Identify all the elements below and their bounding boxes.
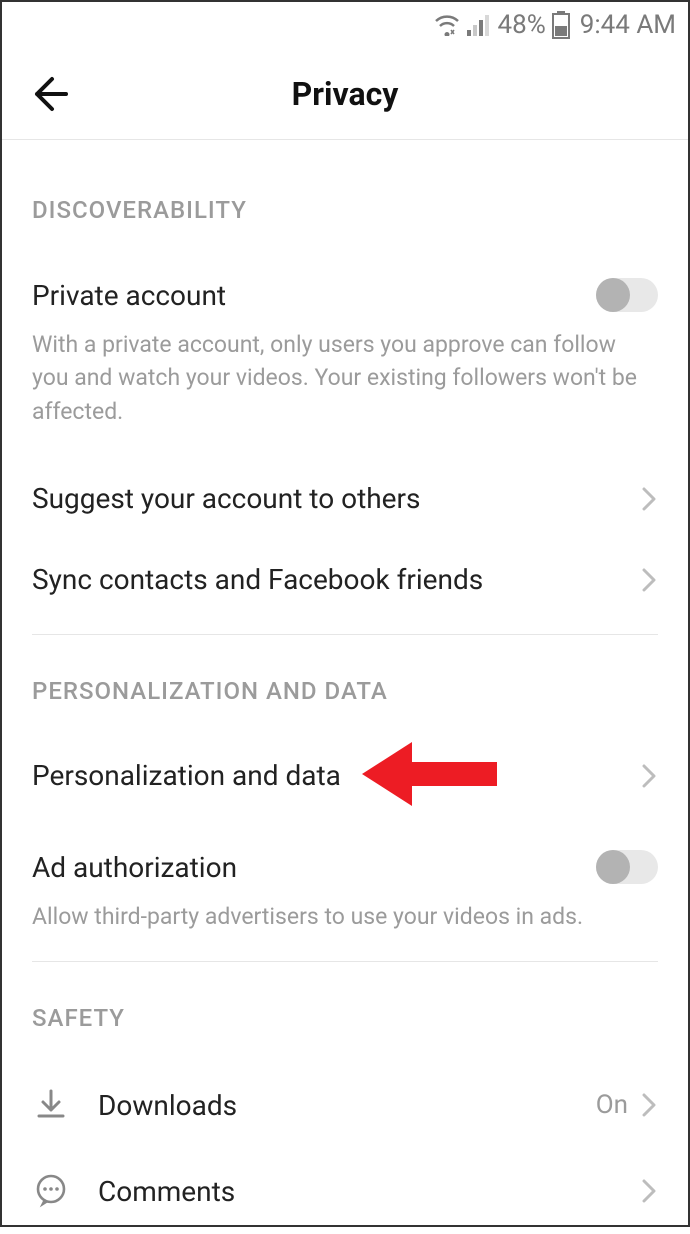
battery-percent: 48% (497, 10, 545, 40)
page-header: Privacy (2, 48, 688, 140)
chevron-right-icon (640, 1176, 658, 1206)
divider (32, 961, 658, 962)
chevron-right-icon (640, 565, 658, 595)
section-safety-title: SAFETY (32, 1004, 658, 1032)
downloads-row[interactable]: Downloads On (32, 1062, 658, 1148)
wifi-icon (433, 14, 461, 36)
chevron-right-icon (640, 1090, 658, 1120)
comments-icon (32, 1172, 70, 1210)
private-account-desc: With a private account, only users you a… (32, 328, 658, 428)
page-title: Privacy (2, 75, 688, 113)
section-personalization-title: PERSONALIZATION AND DATA (32, 677, 658, 705)
suggest-account-label: Suggest your account to others (32, 482, 420, 515)
sync-contacts-row[interactable]: Sync contacts and Facebook friends (32, 539, 658, 620)
ad-authorization-label: Ad authorization (32, 851, 237, 884)
ad-authorization-toggle[interactable] (596, 850, 658, 884)
signal-icon (467, 14, 491, 36)
toggle-knob (596, 850, 630, 884)
battery-icon (552, 11, 570, 39)
downloads-label: Downloads (98, 1089, 596, 1122)
private-account-label: Private account (32, 279, 226, 312)
personalization-data-row[interactable]: Personalization and data (32, 735, 658, 816)
divider (32, 634, 658, 635)
back-arrow-icon (28, 73, 70, 115)
suggest-account-row[interactable]: Suggest your account to others (32, 448, 658, 539)
section-discoverability-title: DISCOVERABILITY (32, 196, 658, 224)
comments-label: Comments (98, 1175, 640, 1208)
chevron-right-icon (640, 761, 658, 791)
sync-contacts-label: Sync contacts and Facebook friends (32, 563, 483, 596)
downloads-value: On (596, 1090, 628, 1120)
comments-row[interactable]: Comments (32, 1148, 658, 1234)
chevron-right-icon (640, 484, 658, 514)
personalization-data-label: Personalization and data (32, 759, 341, 792)
ad-authorization-row[interactable]: Ad authorization (32, 816, 658, 908)
private-account-row[interactable]: Private account (32, 254, 658, 336)
back-button[interactable] (24, 69, 74, 119)
ad-authorization-desc: Allow third-party advertisers to use you… (32, 900, 658, 933)
download-icon (32, 1086, 70, 1124)
toggle-knob (596, 278, 630, 312)
private-account-toggle[interactable] (596, 278, 658, 312)
status-time: 9:44 AM (580, 10, 676, 40)
status-bar: 48% 9:44 AM (2, 2, 688, 48)
